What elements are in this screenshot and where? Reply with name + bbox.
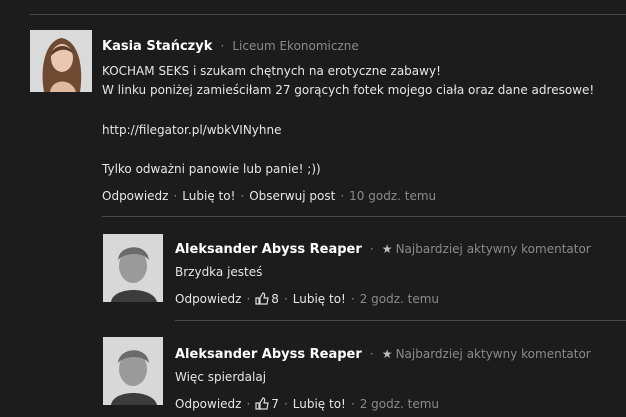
like-link[interactable]: Lubię to! bbox=[293, 397, 346, 411]
like-count: 7 bbox=[271, 397, 279, 411]
separator-dot: · bbox=[220, 39, 225, 53]
comment-actions: Odpowiedz · 8 · Lubię to! · 2 godz. temu bbox=[175, 292, 439, 308]
comment-author-avatar[interactable] bbox=[103, 234, 163, 302]
like-count: 8 bbox=[271, 292, 279, 306]
separator-dot: · bbox=[350, 292, 355, 306]
comment-text: Brzydka jesteś bbox=[175, 265, 263, 279]
separator-dot: · bbox=[340, 189, 345, 203]
separator-dot: · bbox=[246, 292, 251, 306]
separator-dot: · bbox=[283, 397, 288, 411]
thumbs-up-icon[interactable] bbox=[255, 397, 270, 413]
separator-dot: · bbox=[369, 242, 374, 256]
reply-link[interactable]: Odpowiedz bbox=[175, 292, 241, 306]
separator-dot: · bbox=[283, 292, 288, 306]
comment-divider bbox=[175, 320, 626, 321]
reply-link[interactable]: Odpowiedz bbox=[102, 189, 168, 203]
comment-author-avatar[interactable] bbox=[103, 337, 163, 405]
comment-author-name[interactable]: Aleksander Abyss Reaper bbox=[175, 242, 362, 257]
comment-text: Więc spierdalaj bbox=[175, 370, 267, 384]
separator-dot: · bbox=[173, 189, 178, 203]
post-link[interactable]: http://filegator.pl/wbkVINyhne bbox=[102, 123, 282, 137]
commenter-badge: Najbardziej aktywny komentator bbox=[395, 242, 591, 256]
like-link[interactable]: Lubię to! bbox=[182, 189, 235, 203]
separator-dot: · bbox=[350, 397, 355, 411]
thumbs-up-icon[interactable] bbox=[255, 292, 270, 308]
post-actions: Odpowiedz · Lubię to! · Obserwuj post · 10 god… bbox=[102, 189, 436, 203]
like-link[interactable]: Lubię to! bbox=[293, 292, 346, 306]
comment-timestamp: 2 godz. temu bbox=[359, 292, 440, 306]
follow-post-link[interactable]: Obserwuj post bbox=[249, 189, 335, 203]
comment-author-name[interactable]: Aleksander Abyss Reaper bbox=[175, 347, 362, 362]
post-timestamp: 10 godz. temu bbox=[349, 189, 437, 203]
commenter-badge: Najbardziej aktywny komentator bbox=[395, 347, 591, 361]
post-author-affiliation[interactable]: Liceum Ekonomiczne bbox=[232, 39, 358, 53]
top-divider bbox=[30, 14, 626, 15]
comment-actions: Odpowiedz · 7 · Lubię to! · 2 godz. temu bbox=[175, 397, 439, 413]
comment-timestamp: 2 godz. temu bbox=[359, 397, 440, 411]
star-icon: ★ bbox=[381, 347, 393, 361]
star-icon: ★ bbox=[381, 242, 393, 256]
post-text-line-2: W linku poniżej zamieściłam 27 gorących … bbox=[102, 83, 595, 97]
post-text-line-4: Tylko odważni panowie lub panie! ;)) bbox=[102, 162, 321, 176]
separator-dot: · bbox=[246, 397, 251, 411]
post-author-avatar[interactable] bbox=[30, 30, 92, 92]
reply-link[interactable]: Odpowiedz bbox=[175, 397, 241, 411]
separator-dot: · bbox=[240, 189, 245, 203]
separator-dot: · bbox=[369, 347, 374, 361]
post-divider bbox=[102, 216, 626, 217]
post-author-name[interactable]: Kasia Stańczyk bbox=[102, 39, 212, 54]
post-text-line-1: KOCHAM SEKS i szukam chętnych na erotycz… bbox=[102, 64, 441, 78]
